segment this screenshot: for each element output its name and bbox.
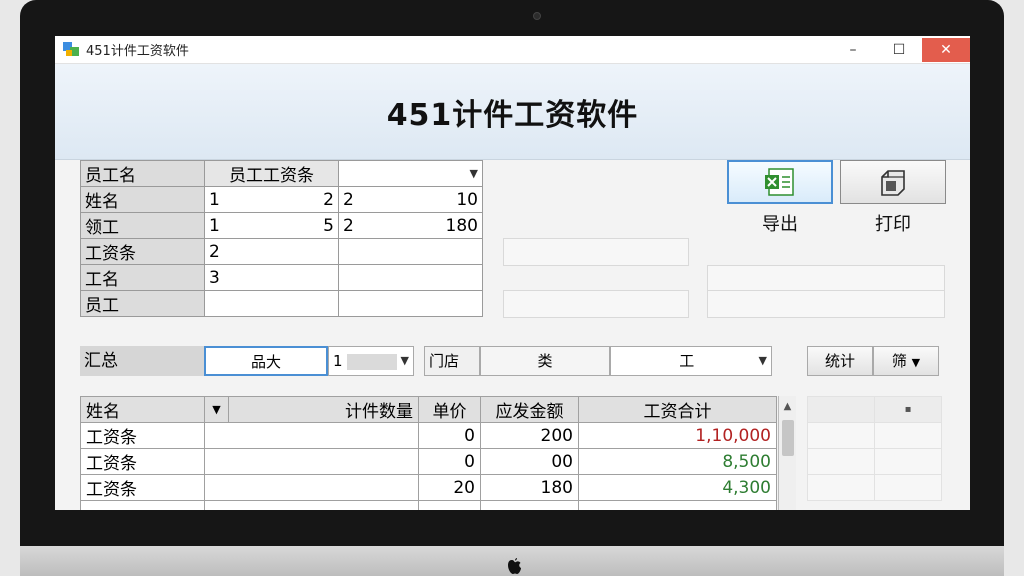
col-header-name[interactable]: 姓名 (80, 396, 205, 423)
summary-dropdown-2[interactable]: 工 ▼ (610, 346, 772, 376)
chevron-down-icon: ▼ (212, 403, 221, 416)
close-button[interactable]: ✕ (922, 37, 970, 62)
export-label: 导出 (762, 214, 798, 235)
row-label: 领工 (80, 212, 205, 239)
print-tool: 打印 (840, 160, 946, 236)
banner-title: 451计件工资软件 (386, 97, 639, 133)
summary-field-1[interactable]: 品大 (204, 346, 328, 376)
column-filter-dropdown[interactable]: ▼ (204, 396, 229, 423)
col-header-price[interactable]: 单价 (418, 396, 481, 423)
chevron-down-icon: ▼ (758, 354, 767, 367)
table-row[interactable] (80, 500, 777, 510)
grid-cell[interactable]: 3 (204, 264, 339, 291)
printer-icon (881, 170, 905, 196)
row-label: 工名 (80, 264, 205, 291)
grid-cell[interactable] (204, 290, 339, 317)
table-row[interactable]: 工资条 0 00 8,500 (80, 448, 777, 475)
summary-field-4[interactable]: 类 (480, 346, 610, 376)
grid-cell[interactable]: 2 10 (338, 186, 483, 213)
stats-button[interactable]: 统计 (807, 346, 873, 376)
grid-cell[interactable] (338, 238, 483, 265)
webcam (533, 12, 541, 20)
summary-dropdown-1[interactable]: 1 ▼ (328, 346, 414, 376)
app-banner: 451计件工资软件 (55, 64, 970, 160)
row-label: 工资条 (80, 238, 205, 265)
grid-cell[interactable] (338, 264, 483, 291)
scroll-thumb[interactable] (782, 420, 794, 456)
title-bar: 451计件工资软件 – ☐ ✕ (55, 36, 970, 64)
chevron-down-icon: ▼ (400, 354, 409, 367)
empty-panel (707, 290, 945, 318)
header-tab[interactable]: 员工工资条 (204, 160, 339, 187)
print-button[interactable] (840, 160, 946, 204)
chevron-down-icon: ▼ (911, 356, 921, 369)
summary-row: 汇总 品大 1 ▼ 门店 类 工 ▼ 统计 筛 ▼ (80, 346, 946, 376)
app-window: 451计件工资软件 – ☐ ✕ 451计件工资软件 员工名 员工工资条 ▼ 姓名… (55, 36, 970, 510)
col-header-qty[interactable]: 计件数量 (228, 396, 419, 423)
table-row[interactable]: 工资条 0 200 1,10,000 (80, 422, 777, 449)
chevron-down-icon: ▼ (469, 167, 478, 180)
app-icon (63, 41, 79, 56)
main-content: 员工名 员工工资条 ▼ 姓名 12 210 领工 15 2180 工资条 2 (55, 160, 970, 510)
row-label: 员工 (80, 290, 205, 317)
employee-grid: 员工名 员工工资条 ▼ 姓名 12 210 领工 15 2180 工资条 2 (80, 160, 483, 317)
print-label: 打印 (875, 214, 911, 235)
grid-cell[interactable] (338, 290, 483, 317)
excel-export-icon (765, 168, 794, 196)
scroll-up-icon[interactable]: ▲ (779, 396, 796, 416)
col-header-total[interactable]: 工资合计 (578, 396, 777, 423)
apple-logo-icon (508, 558, 521, 574)
export-tool: 导出 (727, 160, 833, 236)
grid-cell[interactable]: 12 (204, 186, 339, 213)
empty-panel (707, 265, 945, 293)
empty-panel (503, 238, 689, 266)
table-scrollbar[interactable]: ▲ (778, 396, 796, 510)
maximize-button[interactable]: ☐ (876, 38, 922, 62)
table-row[interactable]: 工资条 20 180 4,300 (80, 474, 777, 501)
row-label: 员工名 (80, 160, 205, 187)
summary-field-3[interactable]: 门店 (424, 346, 480, 376)
pin-icon[interactable]: ▪ (874, 396, 942, 423)
window-title: 451计件工资软件 (86, 44, 189, 59)
wage-table: 姓名 ▼ 计件数量 单价 应发金额 工资合计 工资条 0 200 1,10,00… (80, 396, 777, 510)
summary-label: 汇总 (80, 346, 204, 376)
window-controls: – ☐ ✕ (830, 36, 970, 64)
row-label: 姓名 (80, 186, 205, 213)
grid-cell[interactable]: 2 (204, 238, 339, 265)
grid-cell[interactable]: 2 180 (338, 212, 483, 239)
filter-button[interactable]: 筛 ▼ (873, 346, 939, 376)
grid-cell[interactable]: 15 (204, 212, 339, 239)
export-button[interactable] (727, 160, 833, 204)
side-panel-grid: ▪ (807, 396, 942, 501)
employee-dropdown[interactable]: ▼ (338, 160, 483, 187)
minimize-button[interactable]: – (830, 38, 876, 62)
empty-panel (503, 290, 689, 318)
col-header-amount[interactable]: 应发金额 (480, 396, 579, 423)
